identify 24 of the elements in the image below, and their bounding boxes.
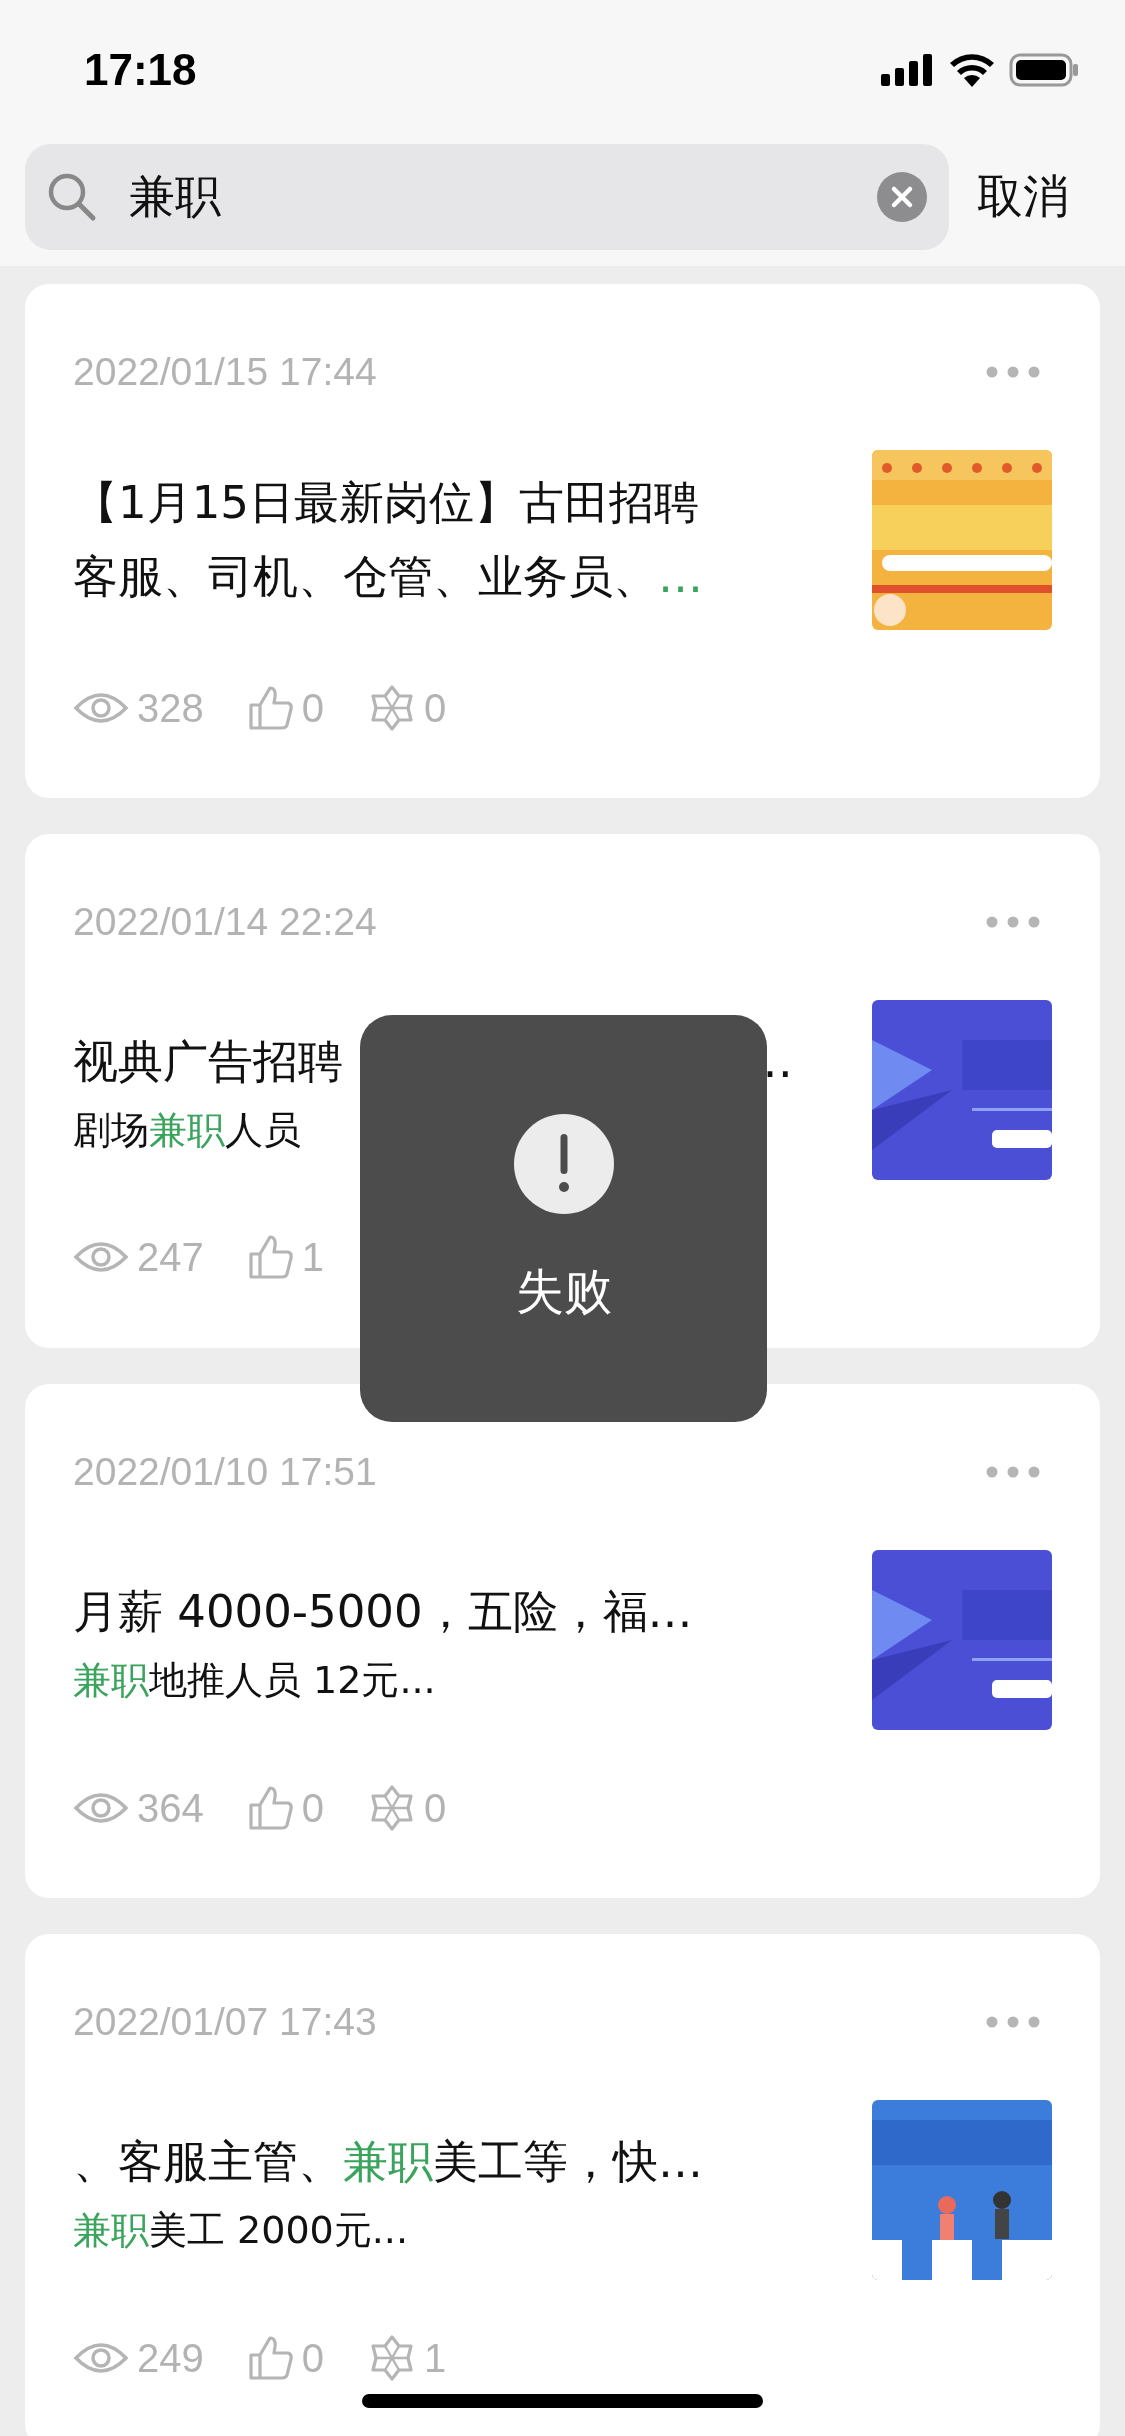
post-title: 月薪 4000-5000，五险，福… <box>73 1583 693 1640</box>
stat-count: 0 <box>301 1785 324 1831</box>
stat-count: 247 <box>137 1234 204 1280</box>
stat-count: 364 <box>137 1785 204 1831</box>
stat-count: 1 <box>424 2335 447 2381</box>
post-title: 视典广告招聘 <box>73 1033 343 1090</box>
stat-count: 0 <box>424 1785 447 1831</box>
post-title: 【1月15日最新岗位】古田招聘客服、司机、仓管、业务员、… <box>73 475 704 605</box>
stat-count: 249 <box>137 2335 204 2381</box>
post-snippet: 剧场兼职人员 <box>73 1106 302 1154</box>
post-snippet: 兼职地推人员 12元... <box>73 1656 437 1704</box>
status-time: 17:18 <box>84 45 197 95</box>
toast-message: 失败 <box>515 1261 612 1321</box>
stat-count: 0 <box>301 2335 324 2381</box>
post-title: 、客服主管、兼职美工等，快… <box>73 2133 703 2190</box>
stat-count: 328 <box>137 685 204 731</box>
stat-count: 1 <box>301 1234 324 1280</box>
post-date: 2022/01/15 17:44 <box>73 350 377 394</box>
stat-count: 0 <box>424 685 447 731</box>
post-date: 2022/01/10 17:51 <box>73 1450 377 1494</box>
post-date: 2022/01/07 17:43 <box>73 2000 377 2044</box>
post-snippet: 兼职美工 2000元... <box>73 2206 410 2254</box>
stat-count: 0 <box>301 685 324 731</box>
post-date: 2022/01/14 22:24 <box>73 900 377 944</box>
